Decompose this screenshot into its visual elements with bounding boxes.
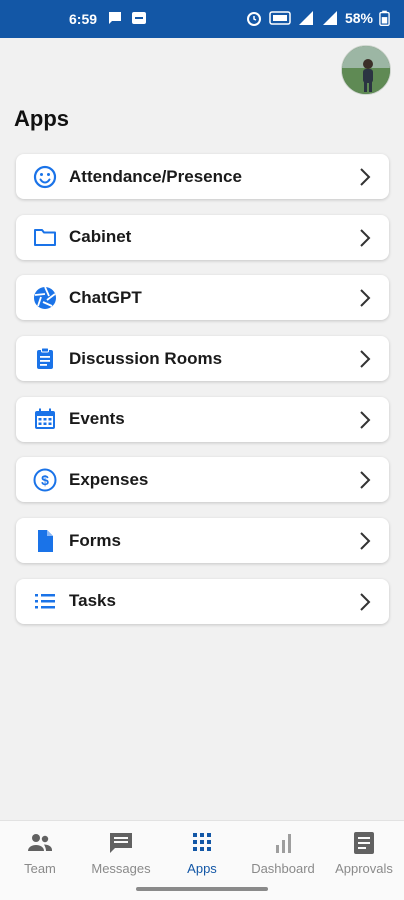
- signal-icon-2: [322, 11, 337, 25]
- battery-percent: 58%: [344, 10, 373, 26]
- chevron-right-icon: [360, 168, 371, 186]
- app-label: ChatGPT: [69, 287, 142, 307]
- apps-grid-icon: [193, 833, 211, 851]
- app-label: Attendance/Presence: [69, 166, 242, 186]
- nav-item-messages[interactable]: Messages: [81, 831, 161, 876]
- nav-item-apps[interactable]: Apps: [162, 831, 242, 876]
- document-icon: [32, 528, 58, 554]
- nav-label: Apps: [187, 861, 217, 876]
- bar-chart-icon: [276, 834, 291, 853]
- list-icon: [32, 588, 58, 614]
- battery-icon: [379, 10, 390, 27]
- alarm-icon: [246, 12, 261, 26]
- chevron-right-icon: [360, 289, 371, 308]
- notification-icons: [106, 9, 148, 27]
- app-label: Expenses: [69, 469, 149, 489]
- app-item-attendance[interactable]: Attendance/Presence: [16, 154, 389, 199]
- avatar[interactable]: [341, 45, 391, 95]
- svg-text:$: $: [41, 472, 49, 488]
- app-item-expenses[interactable]: $ Expenses: [16, 457, 389, 503]
- nav-item-approvals[interactable]: Approvals: [324, 831, 404, 876]
- nav-item-dashboard[interactable]: Dashboard: [243, 831, 323, 876]
- chat-bubble-icon: [109, 12, 121, 24]
- app-label: Discussion Rooms: [69, 348, 223, 368]
- status-right-icons: 58%: [245, 9, 390, 27]
- app-item-tasks[interactable]: Tasks: [16, 578, 389, 624]
- app-item-forms[interactable]: Forms: [16, 518, 389, 564]
- app-label: Events: [69, 409, 125, 429]
- chevron-right-icon: [360, 532, 371, 550]
- app-item-cabinet[interactable]: Cabinet: [16, 214, 389, 260]
- aperture-icon: [32, 285, 58, 311]
- nav-item-team[interactable]: Team: [0, 831, 80, 876]
- chevron-right-icon: [360, 228, 371, 247]
- app-label: Tasks: [69, 591, 116, 611]
- chevron-right-icon: [360, 350, 371, 368]
- signal-icon-1: [298, 11, 313, 25]
- folder-icon: [32, 224, 58, 250]
- home-indicator[interactable]: [136, 887, 268, 891]
- message-icon: [110, 833, 132, 853]
- nav-label: Team: [24, 861, 56, 876]
- app-item-chatgpt[interactable]: ChatGPT: [16, 275, 389, 321]
- chevron-right-icon: [360, 411, 371, 429]
- nav-label: Approvals: [335, 861, 393, 876]
- status-bar: 6:59 58%: [0, 0, 404, 38]
- app-label: Forms: [69, 530, 121, 550]
- volte-icon: [269, 11, 291, 25]
- avatar-photo: [342, 46, 390, 94]
- smiley-icon: [32, 164, 58, 190]
- clipboard-icon: [32, 346, 58, 372]
- app-list: Attendance/Presence Cabinet ChatGPT Disc…: [16, 154, 389, 640]
- page-title: Apps: [14, 106, 69, 131]
- app-label: Cabinet: [69, 227, 132, 247]
- app-item-discussion-rooms[interactable]: Discussion Rooms: [16, 336, 389, 382]
- status-time: 6:59: [69, 11, 98, 27]
- nav-label: Dashboard: [251, 861, 315, 876]
- nav-label: Messages: [91, 861, 151, 876]
- app-item-events[interactable]: Events: [16, 396, 389, 442]
- chevron-right-icon: [360, 593, 371, 611]
- dollar-icon: $: [32, 467, 58, 493]
- approvals-icon: [354, 832, 374, 854]
- team-icon: [28, 834, 52, 851]
- chevron-right-icon: [360, 471, 371, 490]
- calendar-icon: [32, 406, 58, 432]
- message-box-icon: [132, 12, 146, 24]
